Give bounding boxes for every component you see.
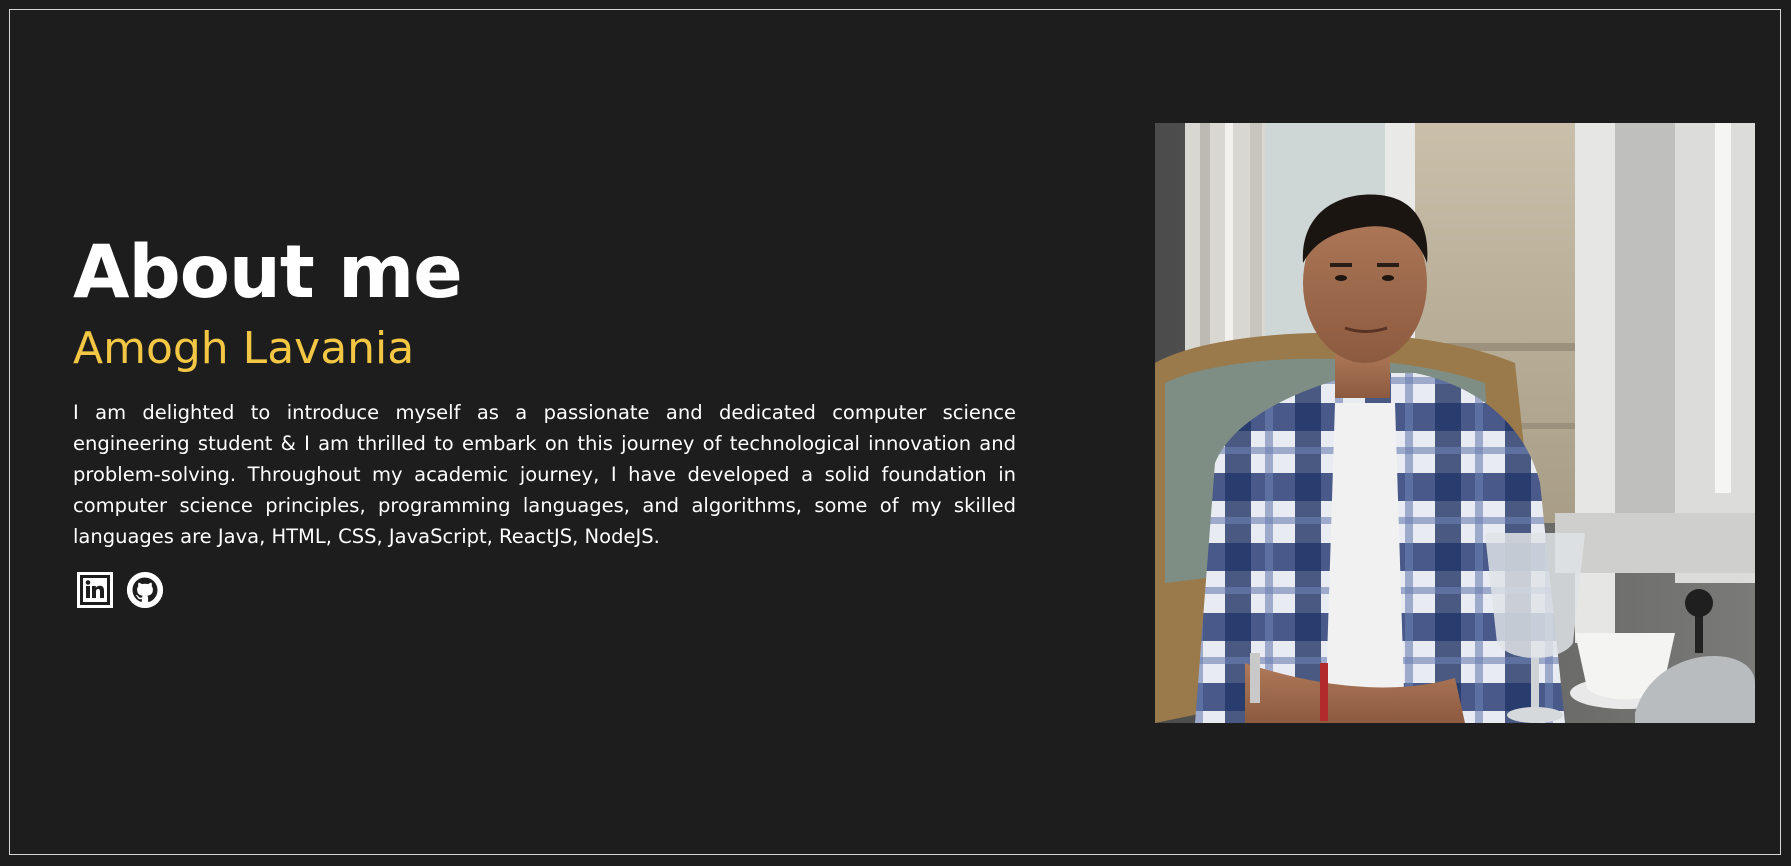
- about-section: About me Amogh Lavania I am delighted to…: [73, 225, 1016, 608]
- linkedin-link[interactable]: [77, 572, 113, 608]
- social-links: [77, 572, 1016, 608]
- bio-paragraph: I am delighted to introduce myself as a …: [73, 401, 1016, 548]
- page-title: About me: [73, 230, 463, 315]
- linkedin-icon: [77, 572, 113, 608]
- profile-photo-image: [1155, 123, 1755, 723]
- person-name: Amogh Lavania: [73, 323, 415, 374]
- github-icon: [127, 572, 163, 608]
- github-link[interactable]: [127, 572, 163, 608]
- profile-photo: [1155, 123, 1755, 723]
